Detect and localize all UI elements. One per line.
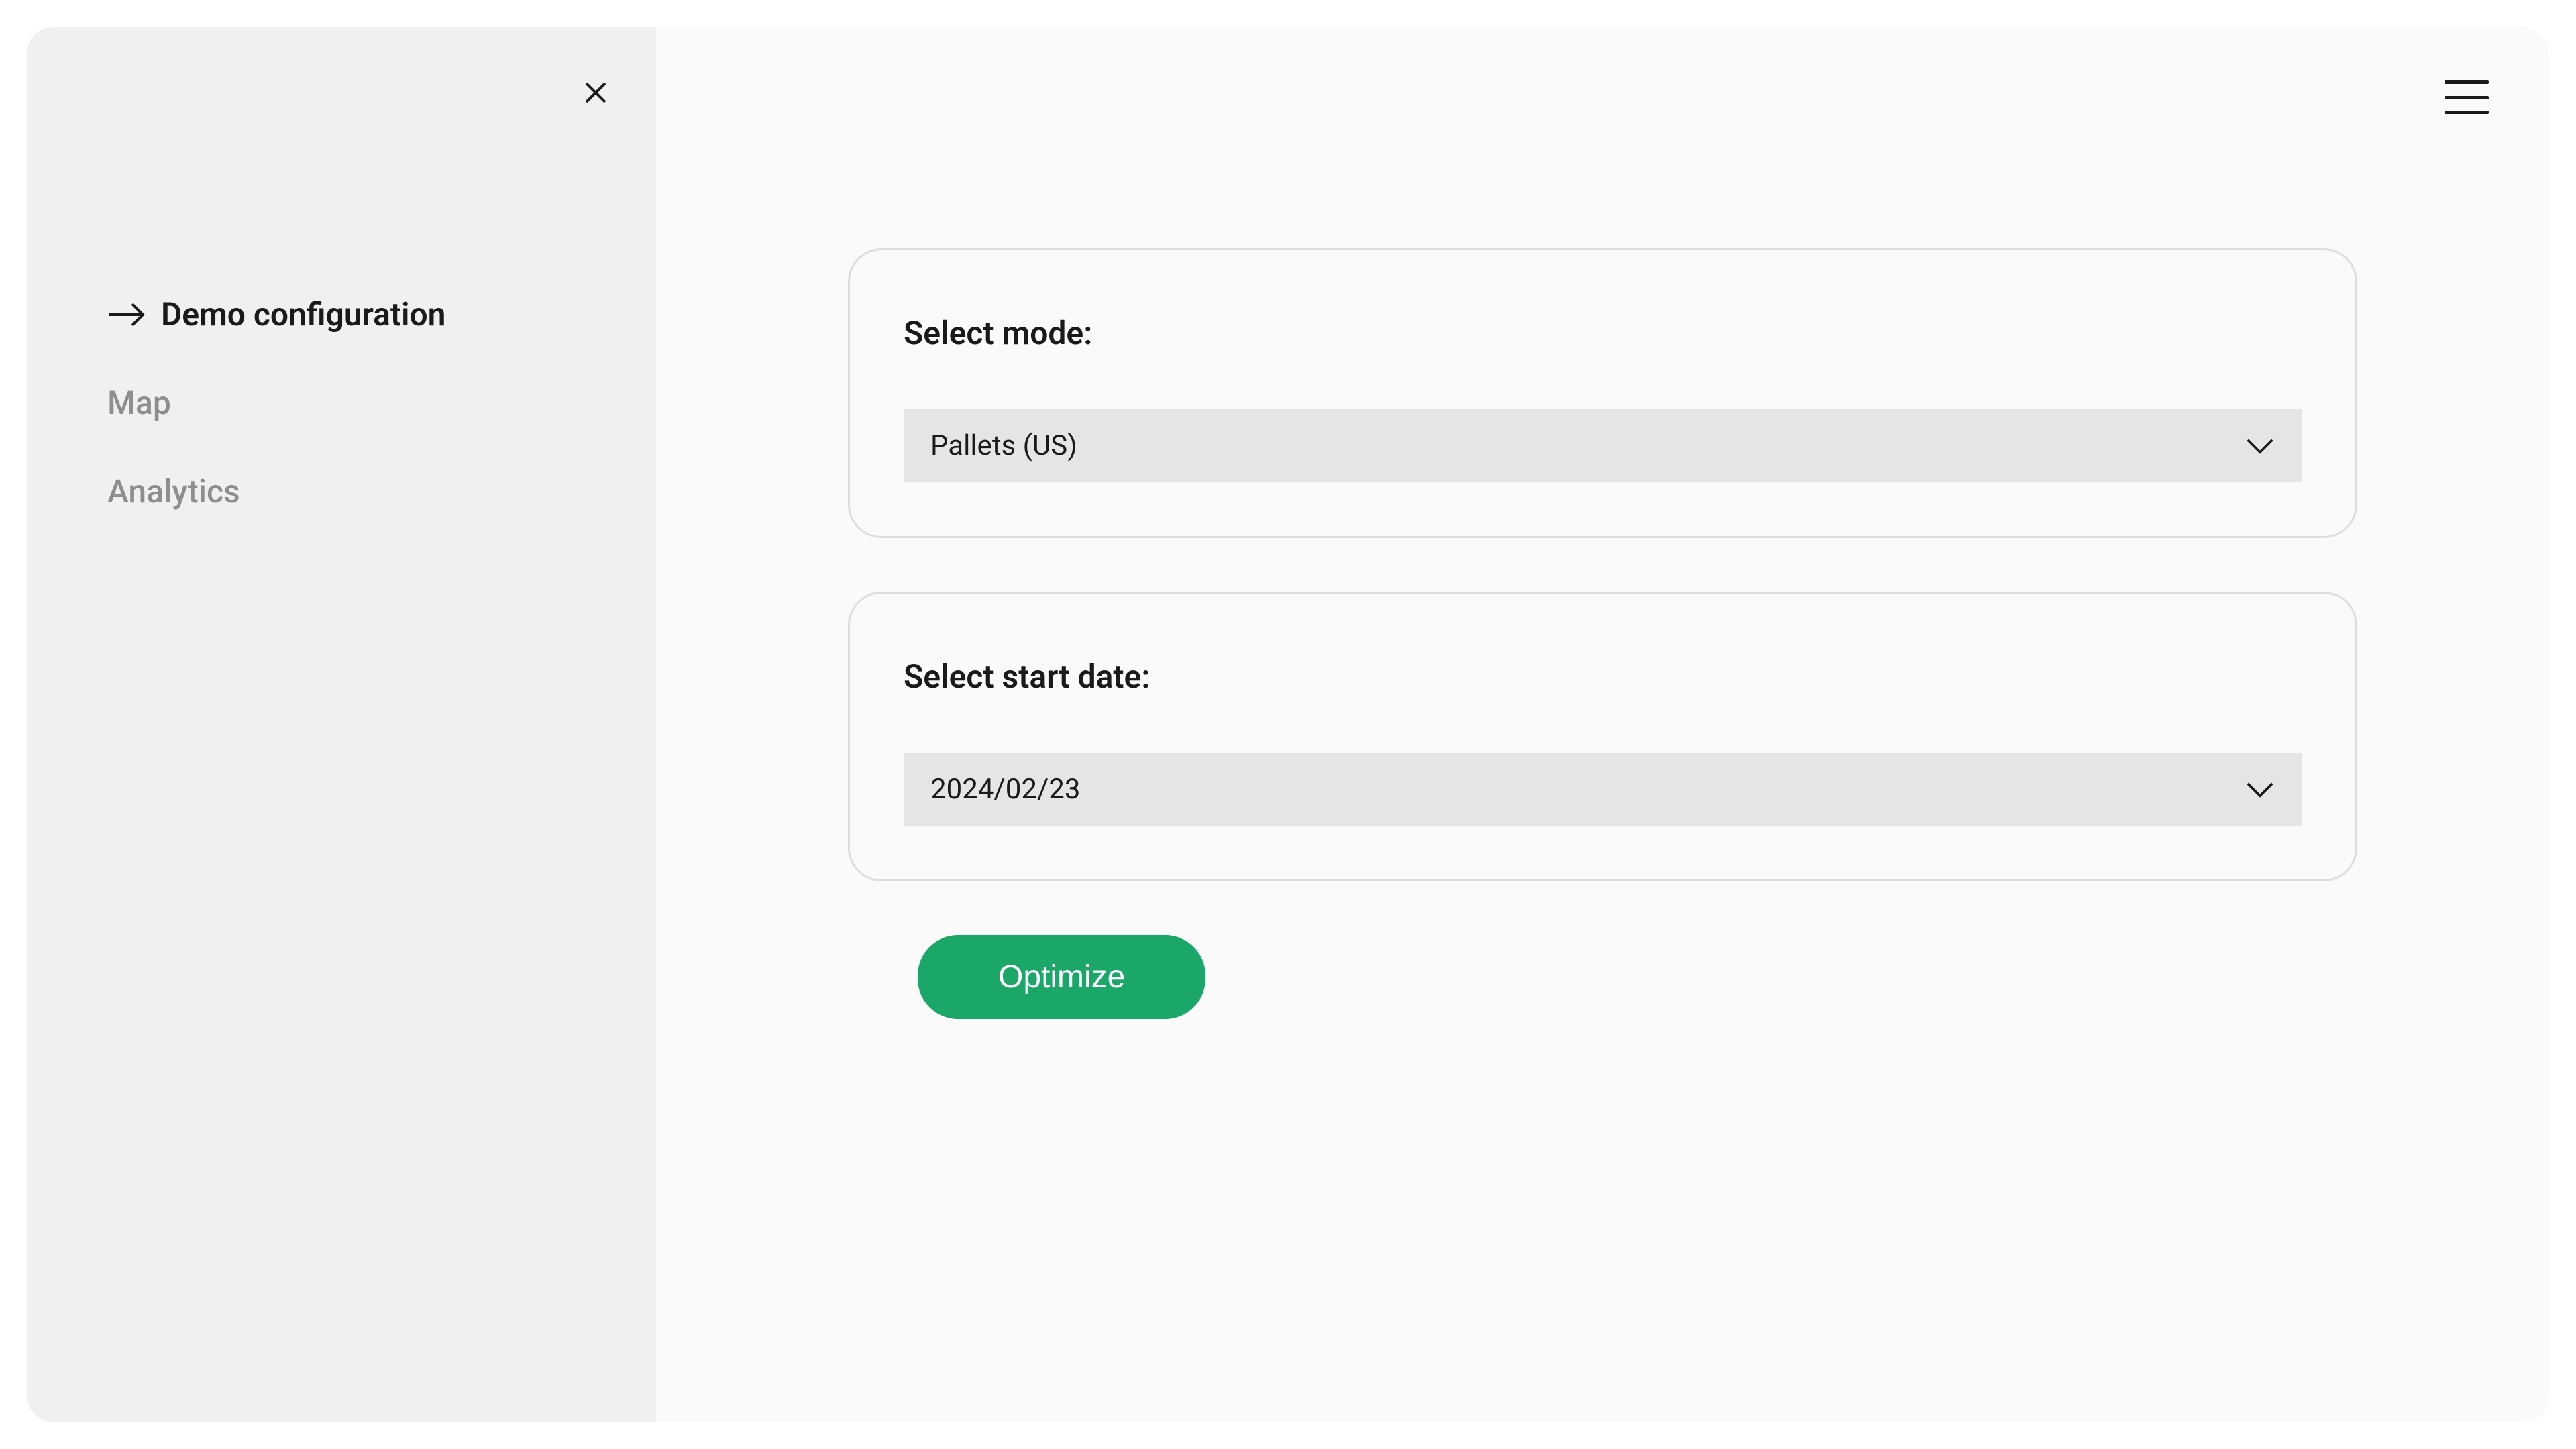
- close-button[interactable]: [576, 74, 616, 114]
- select-start-date-label: Select start date:: [904, 657, 2302, 696]
- sidebar-item-demo-configuration[interactable]: Demo configuration: [107, 295, 656, 333]
- select-mode-label: Select mode:: [904, 314, 2302, 352]
- sidebar-item-label: Analytics: [107, 472, 240, 511]
- sidebar-item-analytics[interactable]: Analytics: [107, 472, 656, 511]
- arrow-right-icon: [107, 301, 146, 328]
- hamburger-line-icon: [2445, 111, 2489, 114]
- hamburger-menu-button[interactable]: [2445, 80, 2489, 114]
- close-icon: [580, 76, 612, 111]
- sidebar-item-label: Demo configuration: [161, 295, 445, 333]
- hamburger-line-icon: [2445, 96, 2489, 99]
- sidebar-nav: Demo configuration Map Analytics: [27, 295, 656, 511]
- select-start-date-value: 2024/02/23: [930, 773, 1081, 806]
- chevron-down-icon: [2245, 780, 2275, 799]
- content-area: Select mode: Pallets (US) Select start d…: [848, 248, 2357, 1019]
- main-content: Select mode: Pallets (US) Select start d…: [656, 27, 2549, 1422]
- app-container: Demo configuration Map Analytics Select …: [27, 27, 2549, 1422]
- select-start-date-dropdown[interactable]: 2024/02/23: [904, 753, 2302, 826]
- chevron-down-icon: [2245, 437, 2275, 455]
- optimize-button[interactable]: Optimize: [918, 935, 1205, 1019]
- select-start-date-card: Select start date: 2024/02/23: [848, 592, 2357, 881]
- sidebar-item-map[interactable]: Map: [107, 384, 656, 422]
- select-mode-dropdown[interactable]: Pallets (US): [904, 409, 2302, 482]
- hamburger-line-icon: [2445, 80, 2489, 84]
- sidebar-item-label: Map: [107, 384, 171, 422]
- select-mode-card: Select mode: Pallets (US): [848, 248, 2357, 538]
- select-mode-value: Pallets (US): [930, 429, 1077, 462]
- sidebar: Demo configuration Map Analytics: [27, 27, 656, 1422]
